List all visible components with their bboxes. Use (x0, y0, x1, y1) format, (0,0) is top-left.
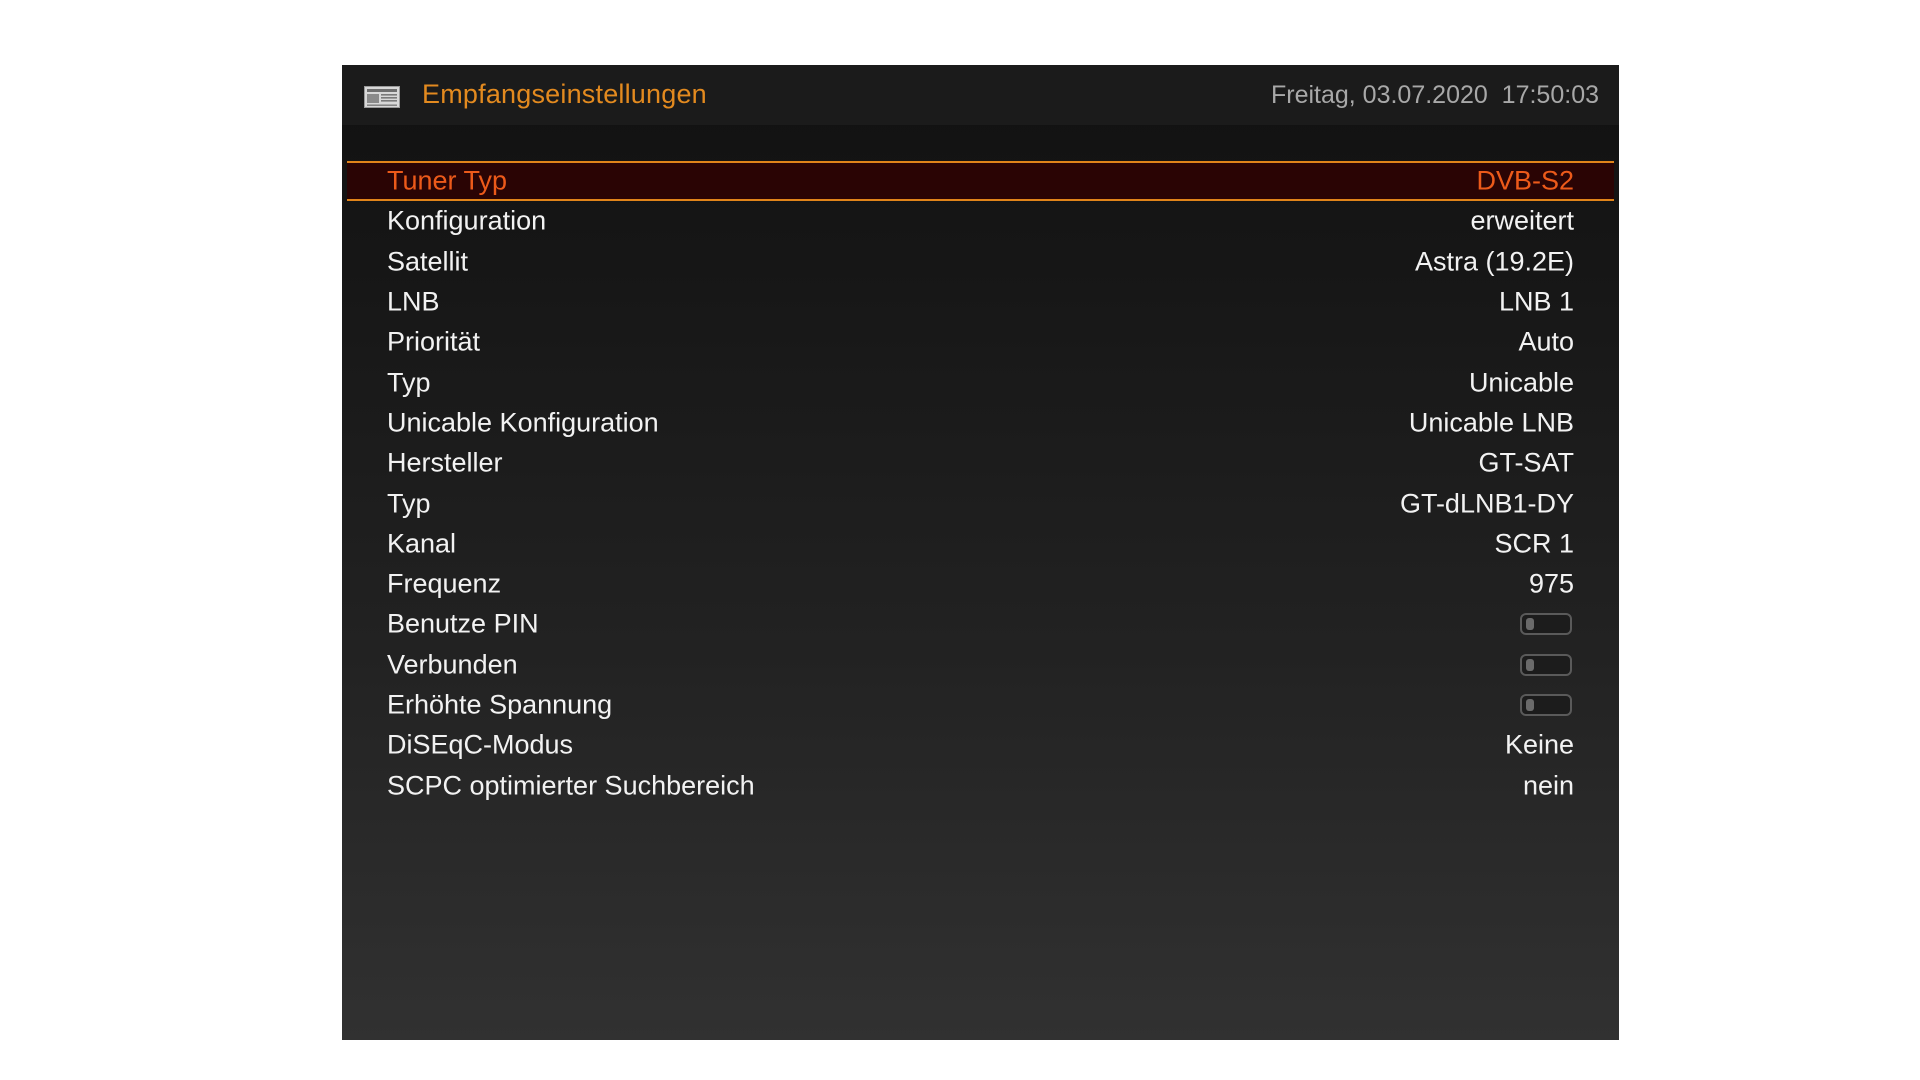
toggle-switch[interactable] (1520, 653, 1572, 676)
menu-row-value: Keine (1504, 729, 1574, 760)
menu-row-label: Priorität (387, 326, 481, 357)
menu-row-label: Konfiguration (387, 205, 547, 236)
menu-row[interactable]: Kanal SCR 1 (347, 524, 1614, 564)
menu-row-value: LNB 1 (1498, 286, 1574, 317)
menu-row-value: Astra (19.2E) (1414, 246, 1574, 277)
menu-row[interactable]: Unicable Konfiguration Unicable LNB (347, 403, 1614, 443)
menu-row-label: Hersteller (387, 447, 503, 478)
menu-row-label: LNB (387, 286, 440, 317)
toggle-knob (1526, 618, 1534, 631)
tv-screen: Empfangseinstellungen Freitag, 03.07.202… (342, 65, 1619, 1040)
menu-row-label: SCPC optimierter Suchbereich (387, 770, 755, 801)
toggle-knob (1526, 658, 1534, 671)
menu-row[interactable]: Benutze PIN (347, 604, 1614, 644)
menu-row[interactable]: Frequenz 975 (347, 564, 1614, 604)
menu-row-label: Benutze PIN (387, 608, 539, 639)
menu-row-label: Erhöhte Spannung (387, 689, 613, 720)
menu-row-value: nein (1522, 770, 1574, 801)
menu-row-value: Unicable LNB (1408, 407, 1574, 438)
toggle-switch[interactable] (1520, 613, 1572, 636)
toggle-switch[interactable] (1520, 694, 1572, 716)
menu-row-value: GT-dLNB1-DY (1399, 488, 1574, 519)
menu-row[interactable]: SCPC optimierter Suchbereich nein (347, 765, 1614, 805)
newspaper-icon (364, 86, 400, 108)
menu-row[interactable]: Tuner Typ DVB-S2 (347, 161, 1614, 202)
menu-row-label: Unicable Konfiguration (387, 407, 659, 438)
menu-row-label: Kanal (387, 528, 457, 559)
settings-menu: Tuner Typ DVB-S2 Konfiguration erweitert Sat… (347, 161, 1614, 806)
menu-row[interactable]: Verbunden (347, 645, 1614, 685)
toggle-knob (1526, 699, 1534, 711)
menu-row[interactable]: Priorität Auto (347, 322, 1614, 362)
menu-row-value: erweitert (1470, 205, 1574, 236)
menu-row[interactable]: DiSEqC-Modus Keine (347, 725, 1614, 765)
menu-row-label: Frequenz (387, 568, 502, 599)
menu-row-value: 975 (1528, 568, 1574, 599)
menu-row[interactable]: Konfiguration erweitert (347, 201, 1614, 241)
menu-row-label: Satellit (387, 246, 469, 277)
menu-row-value: SCR 1 (1494, 528, 1574, 559)
menu-row-label: Verbunden (387, 649, 518, 680)
page-title: Empfangseinstellungen (422, 79, 707, 109)
menu-row[interactable]: Hersteller GT-SAT (347, 443, 1614, 483)
menu-row[interactable]: Satellit Astra (19.2E) (347, 242, 1614, 282)
menu-row-label: Typ (387, 367, 431, 398)
menu-row-label: Tuner Typ (387, 165, 508, 196)
header-datetime: Freitag, 03.07.2020 17:50:03 (1270, 81, 1599, 109)
menu-row-value: Unicable (1468, 367, 1574, 398)
menu-row-value: Auto (1518, 326, 1574, 357)
menu-row-label: Typ (387, 488, 431, 519)
menu-row-label: DiSEqC-Modus (387, 729, 574, 760)
menu-row[interactable]: Typ Unicable (347, 362, 1614, 402)
menu-row[interactable]: LNB LNB 1 (347, 282, 1614, 322)
menu-row[interactable]: Erhöhte Spannung (347, 685, 1614, 725)
menu-row[interactable]: Typ GT-dLNB1-DY (347, 483, 1614, 523)
menu-row-value: DVB-S2 (1476, 165, 1574, 196)
header-bar: Empfangseinstellungen Freitag, 03.07.202… (342, 65, 1619, 125)
menu-row-value: GT-SAT (1478, 447, 1574, 478)
